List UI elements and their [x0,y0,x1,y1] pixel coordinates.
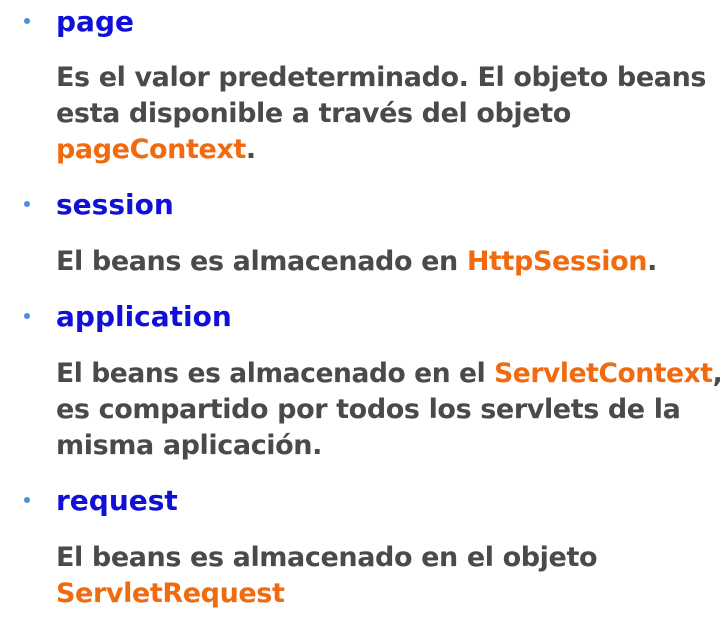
scope-description-request: El beans es almacenado en el objeto Serv… [56,540,721,612]
line-text: El beans es almacenado en [56,246,467,277]
description-line: pageContext. [56,132,721,168]
highlight-term: HttpSession [466,246,648,277]
scope-term-page: page [56,5,134,38]
description-line: Es el valor predeterminado. El objeto be… [56,60,721,96]
highlight-term: ServletContext [494,358,713,389]
scope-description-session: El beans es almacenado en HttpSession. [56,244,721,280]
scope-term-session: session [56,188,174,221]
highlight-term: pageContext [56,134,246,165]
description-line: ServletRequest [56,576,721,612]
line-suffix: . [647,246,657,277]
scope-description-application: El beans es almacenado en el ServletCont… [56,356,723,464]
bullet-icon [24,201,30,207]
line-text: esta disponible a través del objeto [56,98,571,129]
description-line: El beans es almacenado en HttpSession. [56,244,721,280]
description-line: El beans es almacenado en el objeto [56,540,721,576]
line-suffix: , [712,358,723,389]
scope-term-application: application [56,300,232,333]
highlight-term: ServletRequest [56,578,285,609]
line-text: misma aplicación. [56,430,322,461]
description-line: esta disponible a través del objeto [56,96,721,132]
bullet-icon [24,313,30,319]
line-text: Es el valor predeterminado. El objeto be… [56,62,707,93]
scope-list: page Es el valor predeterminado. El obje… [0,0,727,623]
line-text: es compartido por todos los servlets de … [56,394,681,425]
line-text: El beans es almacenado en el [56,358,495,389]
line-suffix: . [245,134,256,165]
description-line: El beans es almacenado en el ServletCont… [56,356,723,392]
description-line: misma aplicación. [56,428,721,464]
scope-term-request: request [56,484,178,517]
scope-description-page: Es el valor predeterminado. El objeto be… [56,60,721,168]
description-line: es compartido por todos los servlets de … [56,392,721,428]
line-text: El beans es almacenado en el objeto [56,542,598,573]
bullet-icon [24,18,30,24]
bullet-icon [24,497,30,503]
